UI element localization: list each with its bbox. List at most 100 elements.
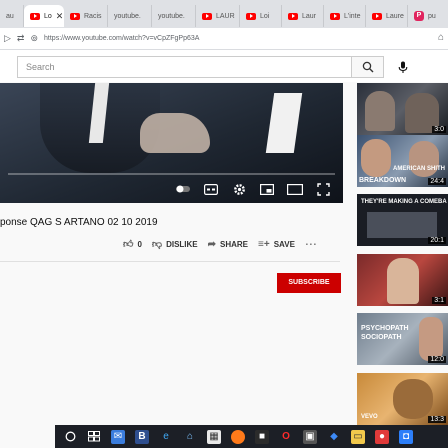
- forward-arrow-icon[interactable]: ▷: [4, 33, 11, 44]
- thumbnail-figure: [387, 258, 419, 304]
- site-info-icon[interactable]: ⊚: [30, 33, 38, 44]
- tab-label: Laur: [302, 12, 317, 20]
- thumbnail-caption: AMERICAN SHITH: [393, 166, 445, 172]
- share-button[interactable]: ➦ SHARE: [208, 239, 248, 250]
- fullscreen-icon[interactable]: [315, 181, 331, 197]
- subscribe-button[interactable]: SUBSCRIBE: [277, 273, 341, 293]
- miniplayer-icon[interactable]: [259, 181, 275, 197]
- tab[interactable]: L'inte: [324, 5, 366, 27]
- youtube-icon: [372, 12, 382, 20]
- video-duration: 24:4: [428, 178, 446, 185]
- reload-icon[interactable]: ⇄: [17, 33, 25, 44]
- voice-search-button[interactable]: [394, 58, 412, 76]
- app-blue-icon[interactable]: ◘: [399, 429, 413, 444]
- video-frame-hand: [140, 113, 210, 153]
- thumbnail-figure: [419, 317, 443, 361]
- youtube-icon: [330, 12, 340, 20]
- browser-tab-strip: au Lo ✕ Racis youtube. youtube. LAUR Loi…: [0, 0, 448, 28]
- video-duration: 20:1: [428, 237, 446, 244]
- youtube-icon: [202, 12, 212, 20]
- tab[interactable]: Laure: [366, 5, 408, 27]
- youtube-icon: [288, 12, 298, 20]
- share-arrow-icon: ➦: [207, 238, 217, 250]
- sidebar-thumbnail[interactable]: 3:1: [357, 254, 448, 306]
- media-player-icon[interactable]: ■: [255, 429, 269, 444]
- calendar-icon[interactable]: ▦: [207, 429, 221, 444]
- app-red-icon[interactable]: ●: [375, 429, 389, 444]
- store-icon[interactable]: ⌂: [183, 430, 197, 444]
- sidebar-thumbnail[interactable]: BREAKDOWN AMERICAN SHITH 24:4: [357, 135, 448, 187]
- edge-browser-icon[interactable]: e: [159, 430, 173, 444]
- mail-icon[interactable]: ✉: [111, 429, 125, 444]
- thumbnail-caption: PSYCHOPATH: [361, 325, 409, 332]
- tab[interactable]: LAUR: [196, 5, 240, 27]
- settings-gear-icon[interactable]: [231, 181, 247, 197]
- thumbnail-caption: SOCIOPATH: [361, 334, 402, 341]
- tab-label: Loi: [260, 12, 270, 20]
- photos-icon[interactable]: ▣: [303, 429, 317, 444]
- address-bar: ▷ ⇄ ⊚ https://www.youtube.com/watch?v=vC…: [0, 28, 448, 50]
- subtitles-icon[interactable]: [203, 181, 219, 197]
- video-duration: 13:3: [428, 416, 446, 423]
- tab-label: Laure: [386, 12, 404, 20]
- tab-label: Lo: [44, 12, 52, 20]
- thumbnail-caption: THEY'RE MAKING A COMEBA: [361, 199, 447, 205]
- tab-active[interactable]: Lo ✕: [24, 5, 64, 27]
- tab[interactable]: Loi: [240, 5, 282, 27]
- close-icon[interactable]: ✕: [56, 11, 64, 22]
- sidebar-thumbnail[interactable]: 3:0: [357, 83, 448, 135]
- dropbox-icon[interactable]: ◆: [327, 430, 341, 444]
- dislike-label: DISLIKE: [166, 239, 198, 249]
- file-explorer-icon[interactable]: ▭: [351, 429, 365, 444]
- opera-icon[interactable]: O: [279, 430, 293, 444]
- microphone-icon: [398, 61, 408, 73]
- video-duration: 3:0: [432, 126, 446, 133]
- pinterest-icon: P: [414, 11, 424, 21]
- tab[interactable]: P pu: [408, 5, 438, 27]
- tab[interactable]: Racis: [64, 5, 108, 27]
- app-b-icon[interactable]: B: [135, 429, 149, 444]
- youtube-icon: [70, 12, 80, 20]
- video-player[interactable]: [0, 83, 343, 203]
- youtube-icon: [30, 12, 40, 20]
- tab-partial[interactable]: au: [0, 5, 24, 27]
- more-actions-icon[interactable]: ⋯: [305, 237, 318, 251]
- thumbs-up-icon: 👍︎: [123, 239, 134, 250]
- tab-label: pu: [428, 12, 436, 20]
- youtube-icon: [246, 12, 256, 20]
- taskbar: ✉ B e ⌂ ▦ ■ O ▣ ◆ ▭ ● ◘: [55, 425, 448, 448]
- extension-icon[interactable]: ⌂: [438, 32, 444, 43]
- theater-mode-icon[interactable]: [287, 181, 303, 197]
- search-icon: [362, 61, 373, 73]
- sidebar-thumbnail[interactable]: VEVO 13:3: [357, 373, 448, 425]
- url-field[interactable]: https://www.youtube.com/watch?v=vCpZFgPp…: [44, 35, 199, 42]
- search-circle-icon[interactable]: [63, 430, 77, 444]
- like-button[interactable]: 👍︎ 0: [123, 238, 142, 250]
- like-count: 0: [137, 239, 142, 249]
- thumbnail-figure: [361, 139, 391, 177]
- search-button[interactable]: [352, 56, 384, 78]
- share-label: SHARE: [220, 239, 249, 249]
- tab-label: Racis: [84, 12, 102, 20]
- sidebar-thumbnail[interactable]: THEY'RE MAKING A COMEBA 20:1: [357, 194, 448, 246]
- autoplay-toggle[interactable]: [175, 181, 191, 197]
- task-view-icon[interactable]: [87, 430, 101, 444]
- player-controls: [0, 175, 343, 203]
- firefox-icon[interactable]: [231, 429, 245, 444]
- save-label: SAVE: [273, 239, 295, 249]
- dislike-button[interactable]: 👎︎ DISLIKE: [152, 238, 198, 250]
- video-frame-paper: [265, 93, 303, 153]
- tab[interactable]: Laur: [282, 5, 324, 27]
- tab-label: youtube.: [114, 12, 141, 20]
- tab[interactable]: youtube.: [108, 5, 152, 27]
- divider: [0, 261, 340, 262]
- screen: au Lo ✕ Racis youtube. youtube. LAUR Loi…: [0, 0, 448, 448]
- add-to-playlist-icon: ≡+: [258, 238, 270, 250]
- thumbnail-figure: [393, 379, 433, 419]
- thumbnail-caption: BREAKDOWN: [359, 177, 407, 184]
- search-input[interactable]: Search: [17, 56, 352, 78]
- save-button[interactable]: ≡+ SAVE: [258, 239, 295, 250]
- tab[interactable]: youtube.: [152, 5, 196, 27]
- sidebar-thumbnail[interactable]: PSYCHOPATH SOCIOPATH 12:0: [357, 313, 448, 365]
- youtube-masthead: Search: [0, 50, 448, 82]
